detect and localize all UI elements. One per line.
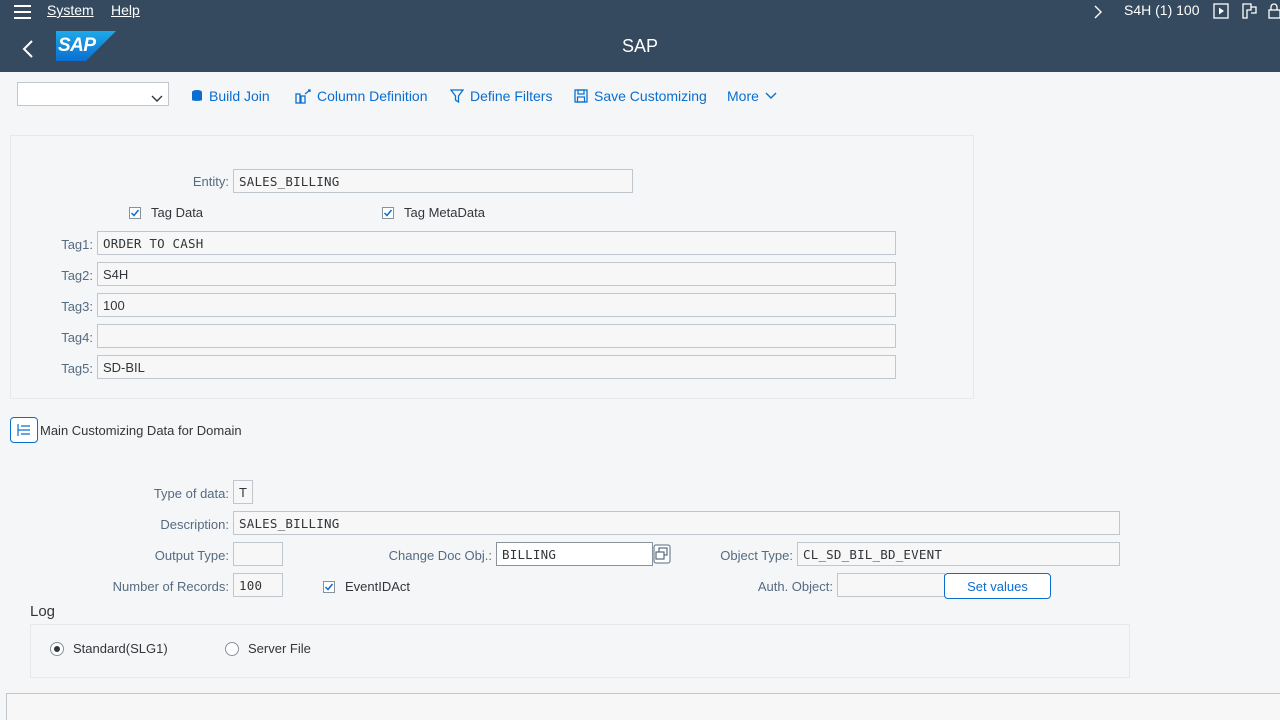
menu-help[interactable]: Help bbox=[111, 2, 140, 18]
status-bar bbox=[6, 693, 1280, 720]
column-definition-button[interactable]: Column Definition bbox=[295, 86, 428, 106]
tag3-field[interactable]: 100 bbox=[97, 293, 896, 317]
change-doc-obj-field[interactable]: BILLING bbox=[496, 542, 653, 566]
server-file-label: Server File bbox=[248, 641, 311, 656]
type-of-data-field[interactable]: T bbox=[233, 480, 253, 504]
entity-label: Entity: bbox=[192, 174, 229, 189]
tag1-label: Tag1: bbox=[61, 237, 93, 252]
type-of-data-label: Type of data: bbox=[153, 486, 229, 501]
hamburger-menu-icon[interactable] bbox=[14, 4, 32, 20]
description-label: Description: bbox=[160, 517, 229, 532]
save-icon bbox=[574, 89, 588, 103]
lock-icon[interactable] bbox=[1268, 3, 1280, 22]
eventidact-label: EventIDAct bbox=[345, 579, 411, 594]
customize-layout-icon[interactable] bbox=[1241, 2, 1259, 23]
output-type-field[interactable] bbox=[233, 542, 283, 566]
chevron-down-icon[interactable] bbox=[151, 90, 163, 108]
set-values-label: Set values bbox=[967, 578, 1028, 594]
menu-system[interactable]: System bbox=[47, 2, 94, 18]
object-type-field[interactable]: CL_SD_BIL_BD_EVENT bbox=[797, 542, 1120, 566]
value-help-icon[interactable] bbox=[653, 544, 671, 564]
define-filters-button[interactable]: Define Filters bbox=[450, 86, 552, 106]
change-doc-obj-label: Change Doc Obj.: bbox=[388, 548, 492, 563]
domain-section-title: Main Customizing Data for Domain bbox=[40, 423, 242, 438]
build-join-label: Build Join bbox=[209, 88, 270, 104]
auth-object-field[interactable] bbox=[837, 573, 945, 597]
auth-object-label: Auth. Object: bbox=[757, 579, 833, 594]
save-customizing-label: Save Customizing bbox=[594, 88, 707, 104]
standard-slg1-radio[interactable] bbox=[50, 642, 64, 656]
standard-slg1-label: Standard(SLG1) bbox=[73, 641, 168, 656]
tag5-label: Tag5: bbox=[61, 361, 93, 376]
more-button[interactable]: More bbox=[727, 86, 777, 106]
define-filters-label: Define Filters bbox=[470, 88, 553, 104]
description-field[interactable]: SALES_BILLING bbox=[233, 511, 1120, 535]
tag1-field[interactable]: ORDER TO CASH bbox=[97, 231, 896, 255]
shell-bar: SAP SAP bbox=[0, 24, 1280, 72]
chevron-right-icon[interactable] bbox=[1094, 5, 1102, 22]
tag2-label: Tag2: bbox=[61, 268, 93, 283]
filter-icon bbox=[450, 89, 464, 103]
variant-select[interactable] bbox=[17, 82, 169, 106]
tag5-field[interactable]: SD-BIL bbox=[97, 355, 896, 379]
play-icon[interactable] bbox=[1213, 3, 1229, 22]
chevron-down-icon bbox=[765, 92, 777, 99]
eventidact-checkbox[interactable] bbox=[323, 581, 335, 593]
object-type-label: Object Type: bbox=[720, 548, 793, 563]
tag-metadata-label: Tag MetaData bbox=[404, 205, 485, 220]
build-join-button[interactable]: Build Join bbox=[191, 86, 270, 106]
set-values-button[interactable]: Set values bbox=[944, 573, 1051, 599]
more-label: More bbox=[727, 88, 759, 104]
log-panel bbox=[30, 624, 1130, 678]
column-definition-label: Column Definition bbox=[317, 88, 428, 104]
session-info: S4H (1) 100 bbox=[1124, 2, 1200, 18]
output-type-label: Output Type: bbox=[154, 548, 229, 563]
tag-data-label: Tag Data bbox=[151, 205, 204, 220]
tag2-field[interactable]: S4H bbox=[97, 262, 896, 286]
database-icon bbox=[192, 90, 202, 101]
entity-field[interactable]: SALES_BILLING bbox=[233, 169, 633, 193]
collapse-section-button[interactable] bbox=[10, 417, 38, 443]
tag3-label: Tag3: bbox=[61, 299, 93, 314]
system-menu-bar: System Help S4H (1) 100 bbox=[0, 0, 1280, 24]
shell-title: SAP bbox=[621, 36, 659, 56]
column-definition-icon bbox=[295, 88, 311, 104]
tag-metadata-checkbox[interactable] bbox=[382, 207, 394, 219]
number-of-records-label: Number of Records: bbox=[112, 579, 229, 594]
collapse-section-icon bbox=[17, 424, 30, 436]
server-file-radio[interactable] bbox=[225, 642, 239, 656]
tag4-label: Tag4: bbox=[61, 330, 93, 345]
tag-data-checkbox[interactable] bbox=[129, 207, 141, 219]
log-title: Log bbox=[30, 603, 56, 620]
tag4-field[interactable] bbox=[97, 324, 896, 348]
save-customizing-button[interactable]: Save Customizing bbox=[574, 86, 707, 106]
number-of-records-field[interactable]: 100 bbox=[233, 573, 283, 597]
